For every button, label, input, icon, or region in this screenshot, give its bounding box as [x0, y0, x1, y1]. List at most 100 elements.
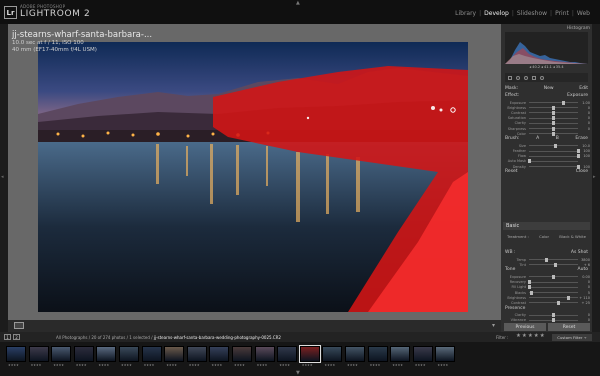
tone-slider-value[interactable]: + 110: [578, 296, 590, 300]
tone-slider-value[interactable]: + 25: [578, 301, 591, 305]
filmstrip-source[interactable]: All Photographs / 20 of 274 photos / 1 s…: [56, 335, 281, 340]
reset-button[interactable]: Reset: [548, 323, 590, 331]
brush-erase-button[interactable]: Erase: [575, 136, 588, 143]
tone-slider-knob[interactable]: [529, 290, 533, 295]
brush-a-button[interactable]: A: [536, 136, 539, 143]
effect-slider-value[interactable]: 0: [578, 106, 590, 110]
tone-slider-value[interactable]: 0.00: [578, 275, 590, 279]
wb-slider-knob[interactable]: [544, 257, 548, 262]
brush-slider-knob[interactable]: [576, 149, 580, 154]
brush-slider-knob[interactable]: [554, 143, 558, 148]
brush-slider-track[interactable]: [529, 154, 580, 159]
filmstrip-thumbnail[interactable]: [186, 346, 207, 362]
previous-button[interactable]: Previous: [504, 323, 546, 331]
primary-window-button[interactable]: 1: [4, 334, 11, 340]
tone-slider-track[interactable]: [529, 290, 578, 295]
bottom-panel-toggle-icon[interactable]: ▼: [296, 370, 300, 376]
tone-slider-knob[interactable]: [556, 300, 560, 305]
module-slideshow[interactable]: Slideshow: [517, 10, 547, 17]
filmstrip-thumbnail[interactable]: [51, 346, 72, 362]
effect-select[interactable]: Exposure: [567, 93, 588, 100]
tone-slider-track[interactable]: [527, 285, 578, 290]
effect-slider-value[interactable]: 0: [578, 127, 590, 131]
tone-slider-value[interactable]: 5: [578, 291, 590, 295]
presence-slider-knob[interactable]: [552, 313, 555, 318]
wb-slider-track[interactable]: [529, 257, 578, 262]
filmstrip-thumbnail[interactable]: [209, 346, 230, 362]
left-panel-toggle-icon[interactable]: ◂: [1, 174, 4, 180]
custom-filter-select[interactable]: Custom Filter ÷: [552, 334, 592, 341]
effect-slider-knob[interactable]: [552, 131, 555, 136]
effect-slider-knob[interactable]: [552, 110, 555, 115]
brush-slider-knob[interactable]: [576, 154, 580, 159]
filmstrip-thumbnail[interactable]: [164, 346, 185, 362]
effect-slider-track[interactable]: [529, 105, 578, 110]
filmstrip-thumbnail[interactable]: [6, 346, 26, 362]
crop-tool-icon[interactable]: [508, 75, 512, 80]
tone-slider-track[interactable]: [527, 280, 578, 285]
module-develop[interactable]: Develop: [484, 10, 509, 17]
effect-slider-knob[interactable]: [552, 126, 555, 131]
tone-slider-knob[interactable]: [552, 274, 555, 279]
filmstrip-thumbnail[interactable]: [141, 346, 162, 362]
filmstrip-thumbnail[interactable]: [367, 346, 388, 362]
treatment-bw-button[interactable]: Black & White: [559, 234, 586, 239]
filmstrip-thumbnail[interactable]: [390, 346, 411, 362]
tone-slider-track[interactable]: [529, 300, 578, 305]
spot-removal-tool-icon[interactable]: [516, 75, 520, 80]
top-panel-toggle-icon[interactable]: ▲: [296, 0, 300, 6]
brush-slider-track[interactable]: [529, 143, 578, 148]
rating-filter[interactable]: ★★★★★: [516, 333, 546, 339]
filmstrip-thumbnail[interactable]: [28, 346, 49, 362]
effect-slider-track[interactable]: [529, 131, 578, 136]
effect-slider-track[interactable]: [529, 116, 578, 121]
effect-slider-value[interactable]: 1.00: [578, 101, 590, 105]
brush-slider-value[interactable]: 100: [578, 154, 590, 158]
graduated-filter-tool-icon[interactable]: [532, 75, 536, 80]
presence-slider-value[interactable]: 0: [578, 313, 590, 317]
brush-slider-track[interactable]: [527, 159, 578, 164]
brush-b-button[interactable]: B: [556, 136, 559, 143]
brush-reset-button[interactable]: Reset: [505, 169, 518, 176]
tone-slider-track[interactable]: [529, 274, 578, 279]
brush-slider-track[interactable]: [529, 164, 580, 169]
red-eye-tool-icon[interactable]: [524, 75, 528, 80]
histogram-header[interactable]: Histogram: [503, 26, 590, 31]
toolbar-menu-icon[interactable]: ▾: [492, 322, 495, 329]
wb-slider-knob[interactable]: [554, 262, 558, 267]
filmstrip-thumbnail[interactable]: [73, 346, 94, 362]
tone-slider-value[interactable]: 0: [578, 280, 590, 284]
tone-slider-value[interactable]: 0: [578, 285, 590, 289]
presence-slider-track[interactable]: [529, 313, 578, 318]
filmstrip-thumbnail[interactable]: [232, 346, 252, 362]
basic-panel-header[interactable]: Basic: [503, 222, 590, 230]
filmstrip-thumbnail[interactable]: [96, 346, 117, 362]
presence-slider-value[interactable]: 0: [578, 318, 590, 322]
tone-auto-button[interactable]: Auto: [578, 267, 588, 274]
brush-slider-track[interactable]: [529, 149, 580, 154]
tone-slider-track[interactable]: [529, 295, 578, 300]
filmstrip-thumbnail[interactable]: [345, 346, 365, 362]
effect-slider-track[interactable]: [529, 121, 578, 126]
brush-close-button[interactable]: Close: [576, 169, 588, 176]
effect-slider-knob[interactable]: [552, 116, 555, 121]
filmstrip-thumbnail[interactable]: [322, 346, 343, 362]
wb-slider-track[interactable]: [529, 262, 578, 267]
mask-edit-button[interactable]: Edit: [579, 86, 588, 93]
filmstrip-thumbnail[interactable]: [435, 346, 456, 362]
filmstrip-thumbnail[interactable]: [298, 345, 321, 363]
right-panel-toggle-icon[interactable]: ▸: [593, 174, 596, 180]
treatment-color-button[interactable]: Color: [539, 234, 549, 239]
secondary-window-button[interactable]: 2: [13, 334, 20, 340]
effect-slider-track[interactable]: [529, 100, 578, 105]
tone-slider-knob[interactable]: [527, 285, 531, 290]
presence-slider-knob[interactable]: [552, 318, 555, 323]
tone-slider-knob[interactable]: [527, 280, 531, 285]
presence-slider-track[interactable]: [529, 318, 578, 323]
main-photo[interactable]: [38, 42, 468, 312]
effect-slider-value[interactable]: 0: [578, 111, 590, 115]
filmstrip-thumbnail[interactable]: [277, 346, 298, 362]
effect-slider-knob[interactable]: [561, 100, 565, 105]
module-web[interactable]: Web: [577, 10, 590, 17]
wb-select[interactable]: As Shot: [571, 250, 588, 257]
